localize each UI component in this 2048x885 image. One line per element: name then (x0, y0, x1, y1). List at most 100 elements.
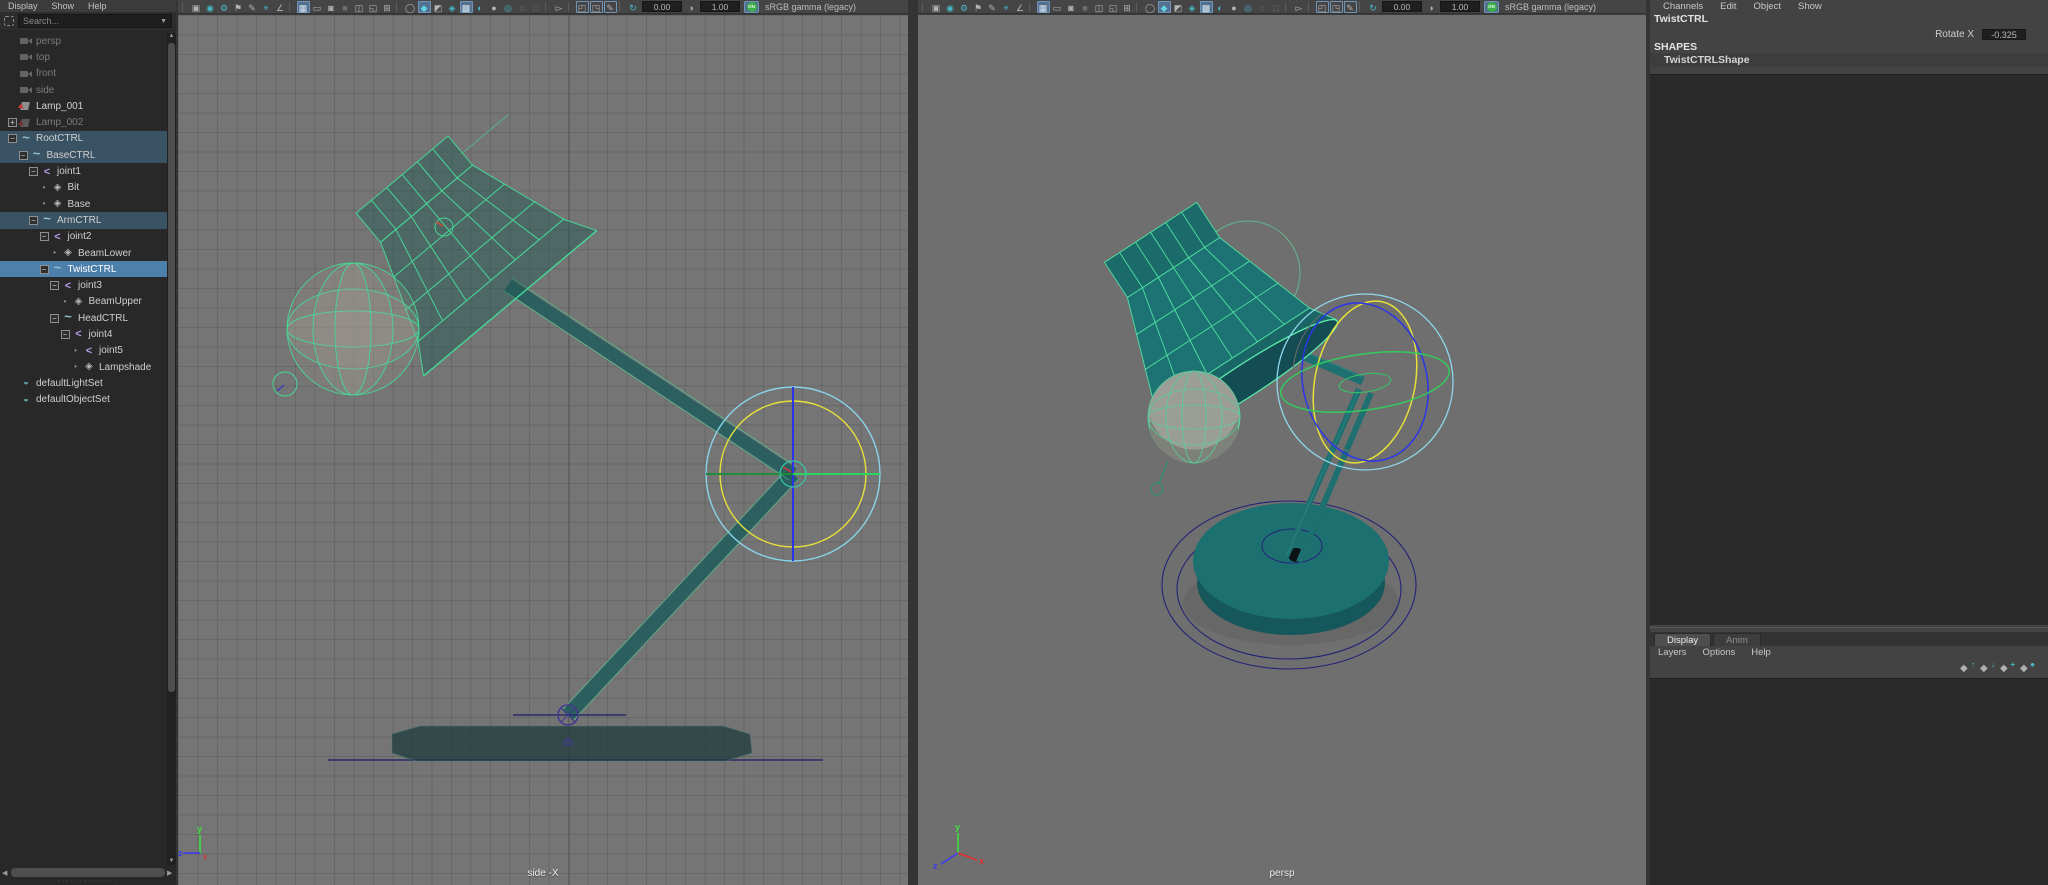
collapse-icon[interactable]: − (17, 151, 30, 160)
lamp-lower-arm[interactable] (563, 468, 799, 720)
scroll-down-icon[interactable]: ▼ (167, 858, 176, 864)
zoom-region-icon[interactable]: ⌖ (260, 1, 273, 13)
safe-action-icon[interactable]: ◱ (1107, 1, 1120, 13)
annotate-icon[interactable]: ✎ (1344, 1, 1357, 13)
resolution-gate-icon[interactable]: ◙ (325, 1, 338, 13)
field-chart-icon[interactable]: ◫ (1093, 1, 1106, 13)
hud-icon[interactable]: ⊞ (1121, 1, 1134, 13)
outliner-item-twistctrl[interactable]: −~TwistCTRL (0, 261, 176, 277)
gear-icon[interactable]: ⚙ (958, 1, 971, 13)
outliner-item-joint3[interactable]: −<joint3 (0, 277, 176, 293)
grease-pencil-icon[interactable]: ✎ (986, 1, 999, 13)
collapse-icon[interactable]: − (48, 314, 61, 323)
shadows-icon[interactable]: ● (1228, 1, 1241, 13)
gamma-field[interactable]: 1.00 (1440, 1, 1480, 12)
scroll-up-icon[interactable]: ▲ (167, 33, 176, 39)
menu-layers[interactable]: Layers (1658, 647, 1687, 658)
isolate-select-icon[interactable]: ▻ (553, 1, 566, 13)
menu-options[interactable]: Options (1703, 647, 1736, 658)
outliner-item-lamp_001[interactable]: Lamp_001 (0, 98, 176, 114)
exposure-field[interactable]: 0.00 (642, 1, 682, 12)
exposure-icon[interactable]: ↻ (1367, 1, 1380, 13)
ambient-occlusion-icon[interactable]: ◎ (502, 1, 515, 13)
lamp-base-mesh[interactable] (1193, 503, 1389, 635)
camera-attributes-icon[interactable]: ◉ (944, 1, 957, 13)
outliner-item-headctrl[interactable]: −~HeadCTRL (0, 310, 176, 326)
field-chart-icon[interactable]: ◫ (353, 1, 366, 13)
motion-blur-icon[interactable]: ◌ (1256, 1, 1269, 13)
layer-list[interactable] (1650, 678, 2048, 885)
menu-edit[interactable]: Edit (1720, 1, 1736, 12)
expand-icon[interactable]: + (6, 118, 19, 127)
menu-help[interactable]: Help (1751, 647, 1771, 658)
gate-mask-icon[interactable]: ■ (339, 1, 352, 13)
safe-action-icon[interactable]: ◱ (367, 1, 380, 13)
collapse-icon[interactable]: − (38, 265, 51, 274)
lights-icon[interactable]: ◐ (474, 1, 487, 13)
lights-icon[interactable]: ◐ (1214, 1, 1227, 13)
outliner-item-basectrl[interactable]: −~BaseCTRL (0, 147, 176, 163)
smooth-shade-icon[interactable]: ◆ (418, 1, 431, 13)
lamp-bulb-mesh[interactable] (1148, 371, 1240, 464)
outliner-item-side[interactable]: side (0, 82, 176, 98)
outliner-item-persp[interactable]: persp (0, 33, 176, 49)
copy-view-icon[interactable]: ◰ (576, 1, 589, 13)
film-gate-icon[interactable]: ▭ (1051, 1, 1064, 13)
outliner-item-defaultlightset[interactable]: ◒defaultLightSet (0, 375, 176, 391)
annotate-icon[interactable]: ✎ (604, 1, 617, 13)
tab-anim[interactable]: Anim (1713, 633, 1761, 646)
outliner-item-lamp_002[interactable]: +Lamp_002 (0, 114, 176, 130)
grease-pencil-icon[interactable]: ✎ (246, 1, 259, 13)
motion-blur-icon[interactable]: ◌ (516, 1, 529, 13)
default-material-icon[interactable]: ▩ (460, 1, 473, 13)
contrast-icon[interactable]: ◑ (1425, 1, 1438, 13)
outliner-search-input[interactable]: Search... ▼ (18, 14, 172, 28)
grid-toggle-icon[interactable]: ▦ (297, 1, 310, 13)
camera-icon[interactable]: ▣ (930, 1, 943, 13)
gamma-field[interactable]: 1.00 (700, 1, 740, 12)
bookmark-icon[interactable]: ⚑ (972, 1, 985, 13)
scroll-left-icon[interactable]: ◀ (2, 869, 9, 877)
camera-attributes-icon[interactable]: ◉ (204, 1, 217, 13)
outliner-item-joint2[interactable]: −<joint2 (0, 229, 176, 245)
move-layer-down-button[interactable]: ◆↓ (1980, 662, 1994, 675)
wireframe-icon[interactable]: ◯ (404, 1, 417, 13)
outliner-item-joint1[interactable]: −<joint1 (0, 163, 176, 179)
shadows-icon[interactable]: ● (488, 1, 501, 13)
measure-icon[interactable]: ∠ (274, 1, 287, 13)
gate-mask-icon[interactable]: ■ (1079, 1, 1092, 13)
outliner-item-defaultobjectset[interactable]: ◒defaultObjectSet (0, 392, 176, 408)
outliner-menu-display[interactable]: Display (8, 1, 38, 11)
lamp-upper-arm[interactable] (504, 278, 797, 480)
collapse-icon[interactable]: − (38, 232, 51, 241)
wireframe-icon[interactable]: ◯ (1144, 1, 1157, 13)
paste-view-icon[interactable]: ◳ (590, 1, 603, 13)
view-transform-select[interactable]: sRGB gamma (legacy) (1505, 2, 1596, 12)
menu-show[interactable]: Show (1798, 1, 1822, 12)
outliner-item-base[interactable]: •◈Base (0, 196, 176, 212)
collapse-icon[interactable]: − (48, 281, 61, 290)
outliner-item-beamlower[interactable]: •◈BeamLower (0, 245, 176, 261)
outliner-item-joint4[interactable]: −<joint4 (0, 326, 176, 342)
isolate-select-icon[interactable]: ▻ (1293, 1, 1306, 13)
selection-filter-icon[interactable] (4, 16, 14, 26)
paste-view-icon[interactable]: ◳ (1330, 1, 1343, 13)
gear-icon[interactable]: ⚙ (218, 1, 231, 13)
film-gate-icon[interactable]: ▭ (311, 1, 324, 13)
collapse-icon[interactable]: − (27, 216, 40, 225)
lamp-bulb-wireframe[interactable] (287, 263, 419, 395)
outliner-menu-show[interactable]: Show (52, 1, 75, 11)
copy-view-icon[interactable]: ◰ (1316, 1, 1329, 13)
view-transform-select[interactable]: sRGB gamma (legacy) (765, 2, 856, 12)
collapse-icon[interactable]: − (59, 330, 72, 339)
collapse-icon[interactable]: − (6, 134, 19, 143)
bookmark-icon[interactable]: ⚑ (232, 1, 245, 13)
scrollbar-thumb[interactable] (168, 43, 175, 692)
plain-icon[interactable]: □ (530, 1, 543, 13)
smooth-shade-icon[interactable]: ◆ (1158, 1, 1171, 13)
scrollbar-thumb[interactable] (11, 868, 165, 877)
move-layer-up-button[interactable]: ◆↑ (1960, 662, 1974, 675)
new-layer-from-selected-button[interactable]: ◆● (2020, 662, 2034, 675)
viewport-canvas-persp[interactable]: y z x persp (918, 15, 1646, 885)
wireframe-on-shaded-icon[interactable]: ◈ (1186, 1, 1199, 13)
